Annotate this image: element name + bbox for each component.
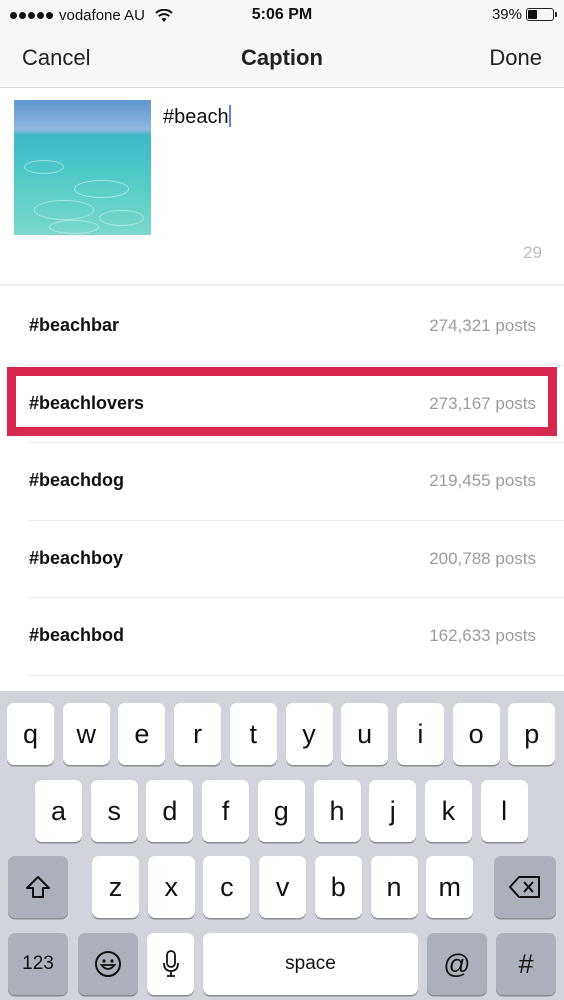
battery-icon bbox=[526, 8, 557, 21]
caption-input[interactable]: #beach bbox=[163, 105, 543, 129]
key-s[interactable]: s bbox=[90, 780, 138, 842]
post-count: 200,788 posts bbox=[429, 548, 536, 568]
on-screen-keyboard: 123 space @ # qwertyuiop asdfghjkl zxcvbnm bbox=[0, 691, 564, 1000]
key-h[interactable]: h bbox=[313, 780, 361, 842]
top-bar: vodafone AU 5:06 PM 39% Cancel Caption D… bbox=[0, 0, 564, 88]
key-p[interactable]: p bbox=[508, 703, 556, 765]
hashtag-suggestion[interactable]: #beachbod 162,633 posts bbox=[0, 598, 564, 676]
hashtag-name: #beachboy bbox=[29, 547, 124, 568]
done-button[interactable]: Done bbox=[489, 45, 542, 71]
divider bbox=[28, 674, 564, 676]
hashtag-suggestion[interactable]: #beachbar 274,321 posts bbox=[0, 288, 564, 366]
hashtag-suggestion[interactable]: #beachdog 219,455 posts bbox=[0, 443, 564, 521]
delete-key[interactable] bbox=[494, 856, 556, 918]
post-count: 219,455 posts bbox=[429, 471, 536, 490]
hashtag-suggestion[interactable]: #beachlovers 273,167 posts bbox=[0, 366, 564, 443]
hashtag-name: #beachdog bbox=[29, 470, 125, 490]
caption-area: #beach 29 bbox=[0, 89, 564, 286]
space-key[interactable]: space bbox=[203, 933, 418, 995]
post-count: 162,633 posts bbox=[429, 626, 536, 645]
key-y[interactable]: y bbox=[285, 703, 333, 765]
hashtag-suggestions-list: #beachbar 274,321 posts #beachlovers 273… bbox=[0, 288, 564, 676]
key-f[interactable]: f bbox=[202, 780, 250, 842]
text-cursor bbox=[228, 105, 231, 127]
microphone-icon bbox=[162, 950, 179, 977]
key-v[interactable]: v bbox=[259, 856, 307, 918]
shift-key[interactable] bbox=[8, 856, 68, 918]
dictation-key[interactable] bbox=[147, 933, 194, 995]
key-b[interactable]: b bbox=[314, 856, 362, 918]
key-c[interactable]: c bbox=[203, 856, 251, 918]
caption-text: #beach bbox=[163, 106, 229, 128]
key-k[interactable]: k bbox=[424, 780, 472, 842]
post-count: 273,167 posts bbox=[429, 393, 536, 413]
key-q[interactable]: q bbox=[7, 703, 54, 765]
key-z[interactable]: z bbox=[92, 856, 139, 918]
hashtag-name: #beachbar bbox=[29, 315, 120, 335]
key-o[interactable]: o bbox=[452, 703, 500, 765]
post-count: 274,321 posts bbox=[429, 316, 536, 335]
hashtag-name: #beachlovers bbox=[29, 392, 145, 413]
key-u[interactable]: u bbox=[341, 703, 389, 765]
emoji-key[interactable] bbox=[78, 933, 138, 995]
key-i[interactable]: i bbox=[396, 703, 444, 765]
status-bar: vodafone AU 5:06 PM 39% bbox=[0, 0, 564, 32]
key-d[interactable]: d bbox=[146, 780, 194, 842]
emoji-icon bbox=[95, 951, 121, 977]
key-n[interactable]: n bbox=[370, 856, 418, 918]
key-r[interactable]: r bbox=[174, 703, 222, 765]
character-count: 29 bbox=[523, 243, 542, 262]
hashtag-name: #beachbod bbox=[29, 625, 125, 645]
navigation-bar: Cancel Caption Done bbox=[0, 32, 564, 88]
backspace-icon bbox=[509, 876, 540, 898]
key-l[interactable]: l bbox=[480, 780, 528, 842]
numbers-key[interactable]: 123 bbox=[8, 933, 68, 995]
battery-percent: 39% bbox=[491, 6, 522, 23]
key-e[interactable]: e bbox=[118, 703, 166, 765]
at-key[interactable]: @ bbox=[427, 933, 487, 995]
key-g[interactable]: g bbox=[257, 780, 305, 842]
key-j[interactable]: j bbox=[369, 780, 417, 842]
hashtag-suggestion[interactable]: #beachboy 200,788 posts bbox=[0, 521, 564, 598]
key-x[interactable]: x bbox=[147, 856, 195, 918]
key-m[interactable]: m bbox=[426, 856, 474, 918]
key-w[interactable]: w bbox=[62, 703, 110, 765]
post-thumbnail bbox=[14, 100, 151, 235]
key-a[interactable]: a bbox=[35, 780, 82, 842]
page-title: Caption bbox=[241, 45, 323, 70]
key-t[interactable]: t bbox=[229, 703, 277, 765]
shift-arrow-icon bbox=[26, 876, 50, 898]
battery-fill bbox=[528, 10, 537, 19]
clock: 5:06 PM bbox=[251, 6, 313, 23]
hash-key[interactable]: # bbox=[496, 933, 556, 995]
